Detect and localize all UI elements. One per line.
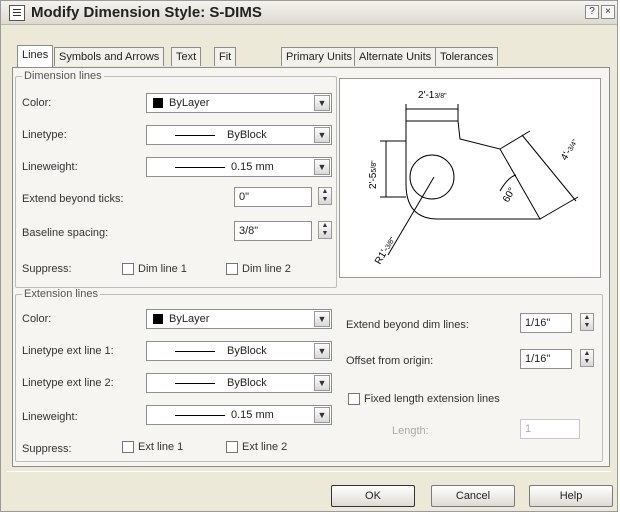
extend-ticks-input[interactable]: 0" [234, 187, 312, 207]
baseline-spacing-value: 3/8" [239, 225, 259, 237]
chevron-down-icon[interactable]: ▼ [314, 311, 330, 327]
dim-color-label: Color: [22, 97, 52, 109]
ext-line1-checkbox[interactable] [122, 441, 134, 453]
ext-color-select[interactable]: ByLayer ▼ [146, 309, 332, 329]
dim-color-select[interactable]: ByLayer ▼ [146, 93, 332, 113]
dialog-title: Modify Dimension Style: S-DIMS [31, 4, 262, 21]
extend-dim-lines-spinner[interactable]: ▲ ▼ [580, 313, 594, 331]
close-button[interactable]: × [601, 5, 615, 19]
dim-line2-checkbox[interactable] [226, 263, 238, 275]
fixed-length-checkbox[interactable] [348, 393, 360, 405]
footer-separator [7, 471, 611, 473]
dim-lineweight-value: 0.15 mm [231, 161, 274, 173]
baseline-spacing-label: Baseline spacing: [22, 227, 109, 239]
extend-ticks-label: Extend beyond ticks: [22, 193, 124, 205]
dim-lineweight-label: Lineweight: [22, 161, 78, 173]
ext-lt2-select[interactable]: ByBlock ▼ [146, 373, 332, 393]
dim-linetype-label: Linetype: [22, 129, 67, 141]
tab-text[interactable]: Text [171, 47, 202, 66]
tab-fit[interactable]: Fit [214, 47, 237, 66]
ext-lineweight-select[interactable]: 0.15 mm ▼ [146, 405, 332, 425]
tab-panel-lines: Dimension lines Color: ByLayer ▼ Linetyp… [12, 67, 610, 467]
lineweight-sample [175, 415, 225, 416]
baseline-spacing-spinner[interactable]: ▲ ▼ [318, 221, 332, 239]
preview-dim-left: 2'-55/8" [368, 160, 379, 189]
chevron-down-icon[interactable]: ▼ [314, 375, 330, 391]
length-value: 1 [525, 423, 532, 435]
tab-tolerances[interactable]: Tolerances [435, 47, 499, 66]
dim-lineweight-select[interactable]: 0.15 mm ▼ [146, 157, 332, 177]
dim-color-value: ByLayer [169, 97, 210, 109]
length-label: Length: [392, 425, 429, 437]
chevron-down-icon[interactable]: ▼ [314, 95, 330, 111]
chevron-down-icon[interactable]: ▼ [314, 159, 330, 175]
ext-lt1-label: Linetype ext line 1: [22, 345, 114, 357]
ok-button[interactable]: OK [331, 485, 415, 507]
chevron-down-icon[interactable]: ▼ [314, 343, 330, 359]
dim-line1-label: Dim line 1 [138, 263, 187, 275]
linetype-sample [175, 351, 215, 352]
fixed-length-label: Fixed length extension lines [364, 393, 500, 405]
ext-line2-checkbox[interactable] [226, 441, 238, 453]
offset-origin-input[interactable]: 1/16" [520, 349, 572, 369]
ext-lineweight-label: Lineweight: [22, 411, 78, 423]
lineweight-sample [175, 167, 225, 168]
chevron-down-icon[interactable]: ▼ [314, 127, 330, 143]
extension-lines-title: Extension lines [22, 288, 100, 300]
dimension-lines-title: Dimension lines [22, 70, 104, 82]
tab-lines[interactable]: Lines [17, 45, 54, 67]
extend-dim-lines-input[interactable]: 1/16" [520, 313, 572, 333]
linetype-sample [175, 383, 215, 384]
dim-line1-checkbox[interactable] [122, 263, 134, 275]
ext-lt2-value: ByBlock [227, 377, 267, 389]
ext-suppress-label: Suppress: [22, 443, 72, 455]
help-title-button[interactable]: ? [585, 5, 599, 19]
extend-dim-lines-value: 1/16" [525, 317, 551, 329]
dim-suppress-label: Suppress: [22, 263, 72, 275]
preview-dim-radius: R1'-3/8" [373, 234, 398, 266]
ext-color-value: ByLayer [169, 313, 210, 325]
color-swatch [153, 314, 163, 324]
ext-line1-label: Ext line 1 [138, 441, 184, 453]
preview-drawing: 2'-13/8" 2'-55/8" 4'-3/4" 60° R1'-3/8" [368, 90, 580, 267]
ext-lt1-select[interactable]: ByBlock ▼ [146, 341, 332, 361]
dialog-window: Modify Dimension Style: S-DIMS ? × Lines… [0, 0, 618, 512]
preview-dim-right: 4'-3/4" [559, 137, 580, 163]
offset-origin-label: Offset from origin: [346, 355, 434, 367]
ext-lt2-label: Linetype ext line 2: [22, 377, 114, 389]
ext-line2-label: Ext line 2 [242, 441, 288, 453]
tab-alternate-units[interactable]: Alternate Units [354, 47, 437, 66]
chevron-down-icon[interactable]: ▼ [314, 407, 330, 423]
dim-line2-label: Dim line 2 [242, 263, 291, 275]
help-button[interactable]: Help [529, 485, 613, 507]
linetype-sample [175, 135, 215, 136]
dimension-lines-group: Dimension lines Color: ByLayer ▼ Linetyp… [15, 70, 337, 288]
app-icon [9, 5, 25, 21]
tab-symbols-and-arrows[interactable]: Symbols and Arrows [54, 47, 165, 66]
ext-color-label: Color: [22, 313, 52, 325]
length-input[interactable]: 1 [520, 419, 580, 439]
offset-origin-spinner[interactable]: ▲ ▼ [580, 349, 594, 367]
extend-dim-lines-label: Extend beyond dim lines: [346, 319, 469, 331]
ext-lineweight-value: 0.15 mm [231, 409, 274, 421]
preview-dim-angle: 60° [501, 186, 518, 205]
dim-linetype-select[interactable]: ByBlock ▼ [146, 125, 332, 145]
color-swatch [153, 98, 163, 108]
preview-dim-top: 2'-13/8" [418, 90, 447, 101]
extension-lines-group: Extension lines Color: ByLayer ▼ Linetyp… [15, 288, 603, 462]
cancel-button[interactable]: Cancel [431, 485, 515, 507]
dim-linetype-value: ByBlock [227, 129, 267, 141]
extend-ticks-value: 0" [239, 191, 250, 203]
tab-primary-units[interactable]: Primary Units [281, 47, 358, 66]
dimension-preview: 2'-13/8" 2'-55/8" 4'-3/4" 60° R1'-3/8" [339, 78, 601, 278]
offset-origin-value: 1/16" [525, 353, 551, 365]
ext-lt1-value: ByBlock [227, 345, 267, 357]
extend-ticks-spinner[interactable]: ▲ ▼ [318, 187, 332, 205]
baseline-spacing-input[interactable]: 3/8" [234, 221, 312, 241]
title-bar[interactable]: Modify Dimension Style: S-DIMS ? × [1, 1, 617, 25]
